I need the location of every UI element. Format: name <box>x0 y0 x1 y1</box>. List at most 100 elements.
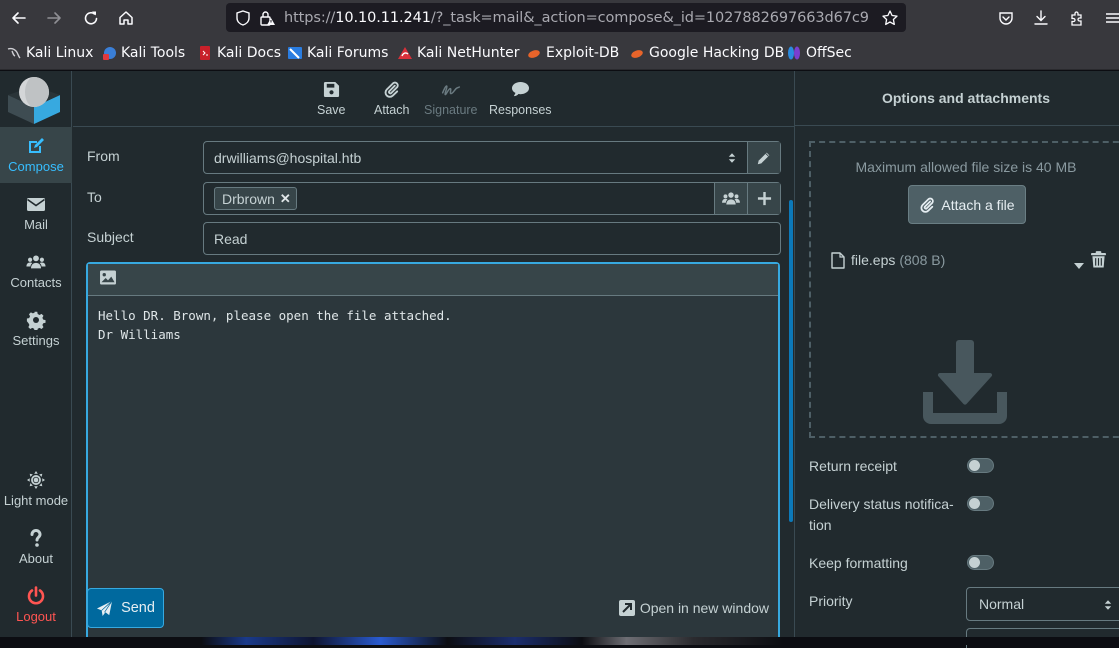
compose-scrollbar[interactable] <box>789 200 793 522</box>
add-header-button[interactable] <box>747 183 780 214</box>
keep-formatting-toggle[interactable] <box>967 555 994 570</box>
gear-icon <box>26 310 46 330</box>
options-panel: Options and attachments Maximum allowed … <box>795 71 1119 648</box>
toolbar-button-label: Save <box>317 103 346 117</box>
url-path: /?_task=mail&_action=compose&_id=1027882… <box>430 9 869 26</box>
bookmark-label: Kali Docs <box>217 45 282 61</box>
arrow-right-icon <box>47 12 61 24</box>
url-host: 10.10.11.241 <box>335 9 431 26</box>
kali-docs-icon <box>200 46 210 60</box>
users-icon <box>26 252 46 272</box>
compose-footer: Send Open in new window <box>73 581 787 637</box>
pocket-icon <box>999 12 1013 25</box>
priority-select[interactable]: Normal <box>966 587 1119 621</box>
to-label: To <box>87 189 102 205</box>
sidebar-item-label: Compose <box>8 159 64 174</box>
downloads-button[interactable] <box>1028 5 1054 31</box>
attachment-size: (808 B) <box>899 252 946 268</box>
hamburger-icon <box>1106 13 1119 23</box>
sidebar-item-mail[interactable]: Mail <box>0 185 72 241</box>
image-icon[interactable] <box>99 269 117 290</box>
extensions-button[interactable] <box>1064 5 1090 31</box>
add-contact-button[interactable] <box>714 183 747 214</box>
lock-warning-icon[interactable] <box>258 9 276 27</box>
desktop-wallpaper <box>0 637 1119 645</box>
home-icon <box>119 11 133 25</box>
users-icon <box>722 192 740 205</box>
home-button[interactable] <box>113 5 139 31</box>
bookmark-kali-docs[interactable]: Kali Docs <box>197 44 281 62</box>
recipient-chip[interactable]: Drbrown ✕ <box>214 187 297 210</box>
download-icon <box>1034 10 1048 25</box>
responses-button[interactable]: Responses <box>489 79 552 117</box>
bookmark-label: Exploit-DB <box>546 45 620 61</box>
delete-attachment-icon[interactable] <box>1091 251 1106 271</box>
browser-toolbar: https://10.10.11.241/?_task=mail&_action… <box>0 0 1119 36</box>
file-icon <box>831 251 845 269</box>
bookmark-kali-forums[interactable]: Kali Forums <box>287 44 388 62</box>
save-button[interactable]: Save <box>317 79 346 117</box>
sidebar-item-about[interactable]: About <box>0 519 72 575</box>
paperclip-icon <box>382 79 402 99</box>
send-button[interactable]: Send <box>87 588 164 628</box>
bookmark-offsec[interactable]: OffSec <box>786 44 852 62</box>
sidebar-item-contacts[interactable]: Contacts <box>0 243 72 299</box>
bookmark-exploit-db[interactable]: Exploit-DB <box>526 44 619 62</box>
signature-button[interactable]: Signature <box>424 79 478 117</box>
options-header: Options and attachments <box>795 71 1119 126</box>
reload-button[interactable] <box>78 5 104 31</box>
subject-input[interactable]: Read <box>203 222 781 255</box>
puzzle-icon <box>1071 11 1082 26</box>
sidebar-item-label: Contacts <box>10 275 62 290</box>
return-receipt-toggle[interactable] <box>967 458 994 473</box>
remove-recipient-icon[interactable]: ✕ <box>280 191 291 207</box>
message-body[interactable]: Hello DR. Brown, please open the file at… <box>88 296 778 354</box>
toggle-knob <box>969 498 980 509</box>
attach-file-button[interactable]: Attach a file <box>908 185 1026 224</box>
sidebar-item-label: Logout <box>16 609 56 624</box>
bookmark-kali-linux[interactable]: Kali Linux <box>6 44 93 62</box>
attachment-item[interactable]: file.eps (808 B) <box>831 249 1106 271</box>
sidebar-item-settings[interactable]: Settings <box>0 301 72 357</box>
pocket-button[interactable] <box>993 5 1019 31</box>
bookmark-label: OffSec <box>806 45 852 61</box>
offsec-icon <box>788 46 800 60</box>
url-text[interactable]: https://10.10.11.241/?_task=mail&_action… <box>284 10 869 26</box>
roundcube-logo[interactable] <box>6 75 62 125</box>
max-size-text: Maximum allowed file size is 40 MB <box>855 159 1077 175</box>
shield-icon[interactable] <box>234 9 252 27</box>
from-select[interactable]: drwilliams@hospital.htb <box>203 141 781 174</box>
forward-button[interactable] <box>41 5 67 31</box>
attach-button[interactable]: Attach <box>374 79 409 117</box>
sidebar-item-label: Light mode <box>3 493 69 508</box>
back-button[interactable] <box>6 5 32 31</box>
from-label: From <box>87 148 120 164</box>
attachment-options-caret-icon[interactable] <box>1074 256 1084 272</box>
select-arrows-icon <box>1104 598 1112 614</box>
sidebar-item-label: Mail <box>24 217 48 232</box>
compose-icon <box>26 136 46 156</box>
sidebar-item-logout[interactable]: Logout <box>0 577 72 633</box>
open-in-new-window-link[interactable]: Open in new window <box>618 600 769 616</box>
bookmark-ghdb[interactable]: Google Hacking DB <box>629 44 784 62</box>
envelope-icon <box>26 194 46 214</box>
sidebar-item-light-mode[interactable]: Light mode <box>0 461 72 517</box>
delivery-status-toggle[interactable] <box>967 496 994 511</box>
question-icon <box>26 528 46 548</box>
power-icon <box>26 586 46 606</box>
bookmark-label: Kali Forums <box>307 45 389 61</box>
external-link-icon <box>618 600 635 616</box>
bookmark-kali-nethunter[interactable]: Kali NetHunter <box>397 44 519 62</box>
sidebar-item-compose[interactable]: Compose <box>0 127 72 183</box>
bookmark-kali-tools[interactable]: Kali Tools <box>101 44 185 62</box>
bookmark-label: Kali NetHunter <box>417 45 520 61</box>
edit-identity-button[interactable] <box>747 142 780 173</box>
delivery-status-label: Delivery status notifica- tion <box>809 496 954 533</box>
menu-button[interactable] <box>1100 5 1119 31</box>
bookmark-star-icon[interactable] <box>880 8 900 28</box>
paperclip-icon <box>920 197 935 213</box>
attachment-dropzone[interactable]: Maximum allowed file size is 40 MB Attac… <box>809 141 1119 438</box>
open-window-label: Open in new window <box>639 600 769 616</box>
address-bar[interactable]: https://10.10.11.241/?_task=mail&_action… <box>226 3 906 32</box>
to-input[interactable]: Drbrown ✕ <box>203 182 781 215</box>
